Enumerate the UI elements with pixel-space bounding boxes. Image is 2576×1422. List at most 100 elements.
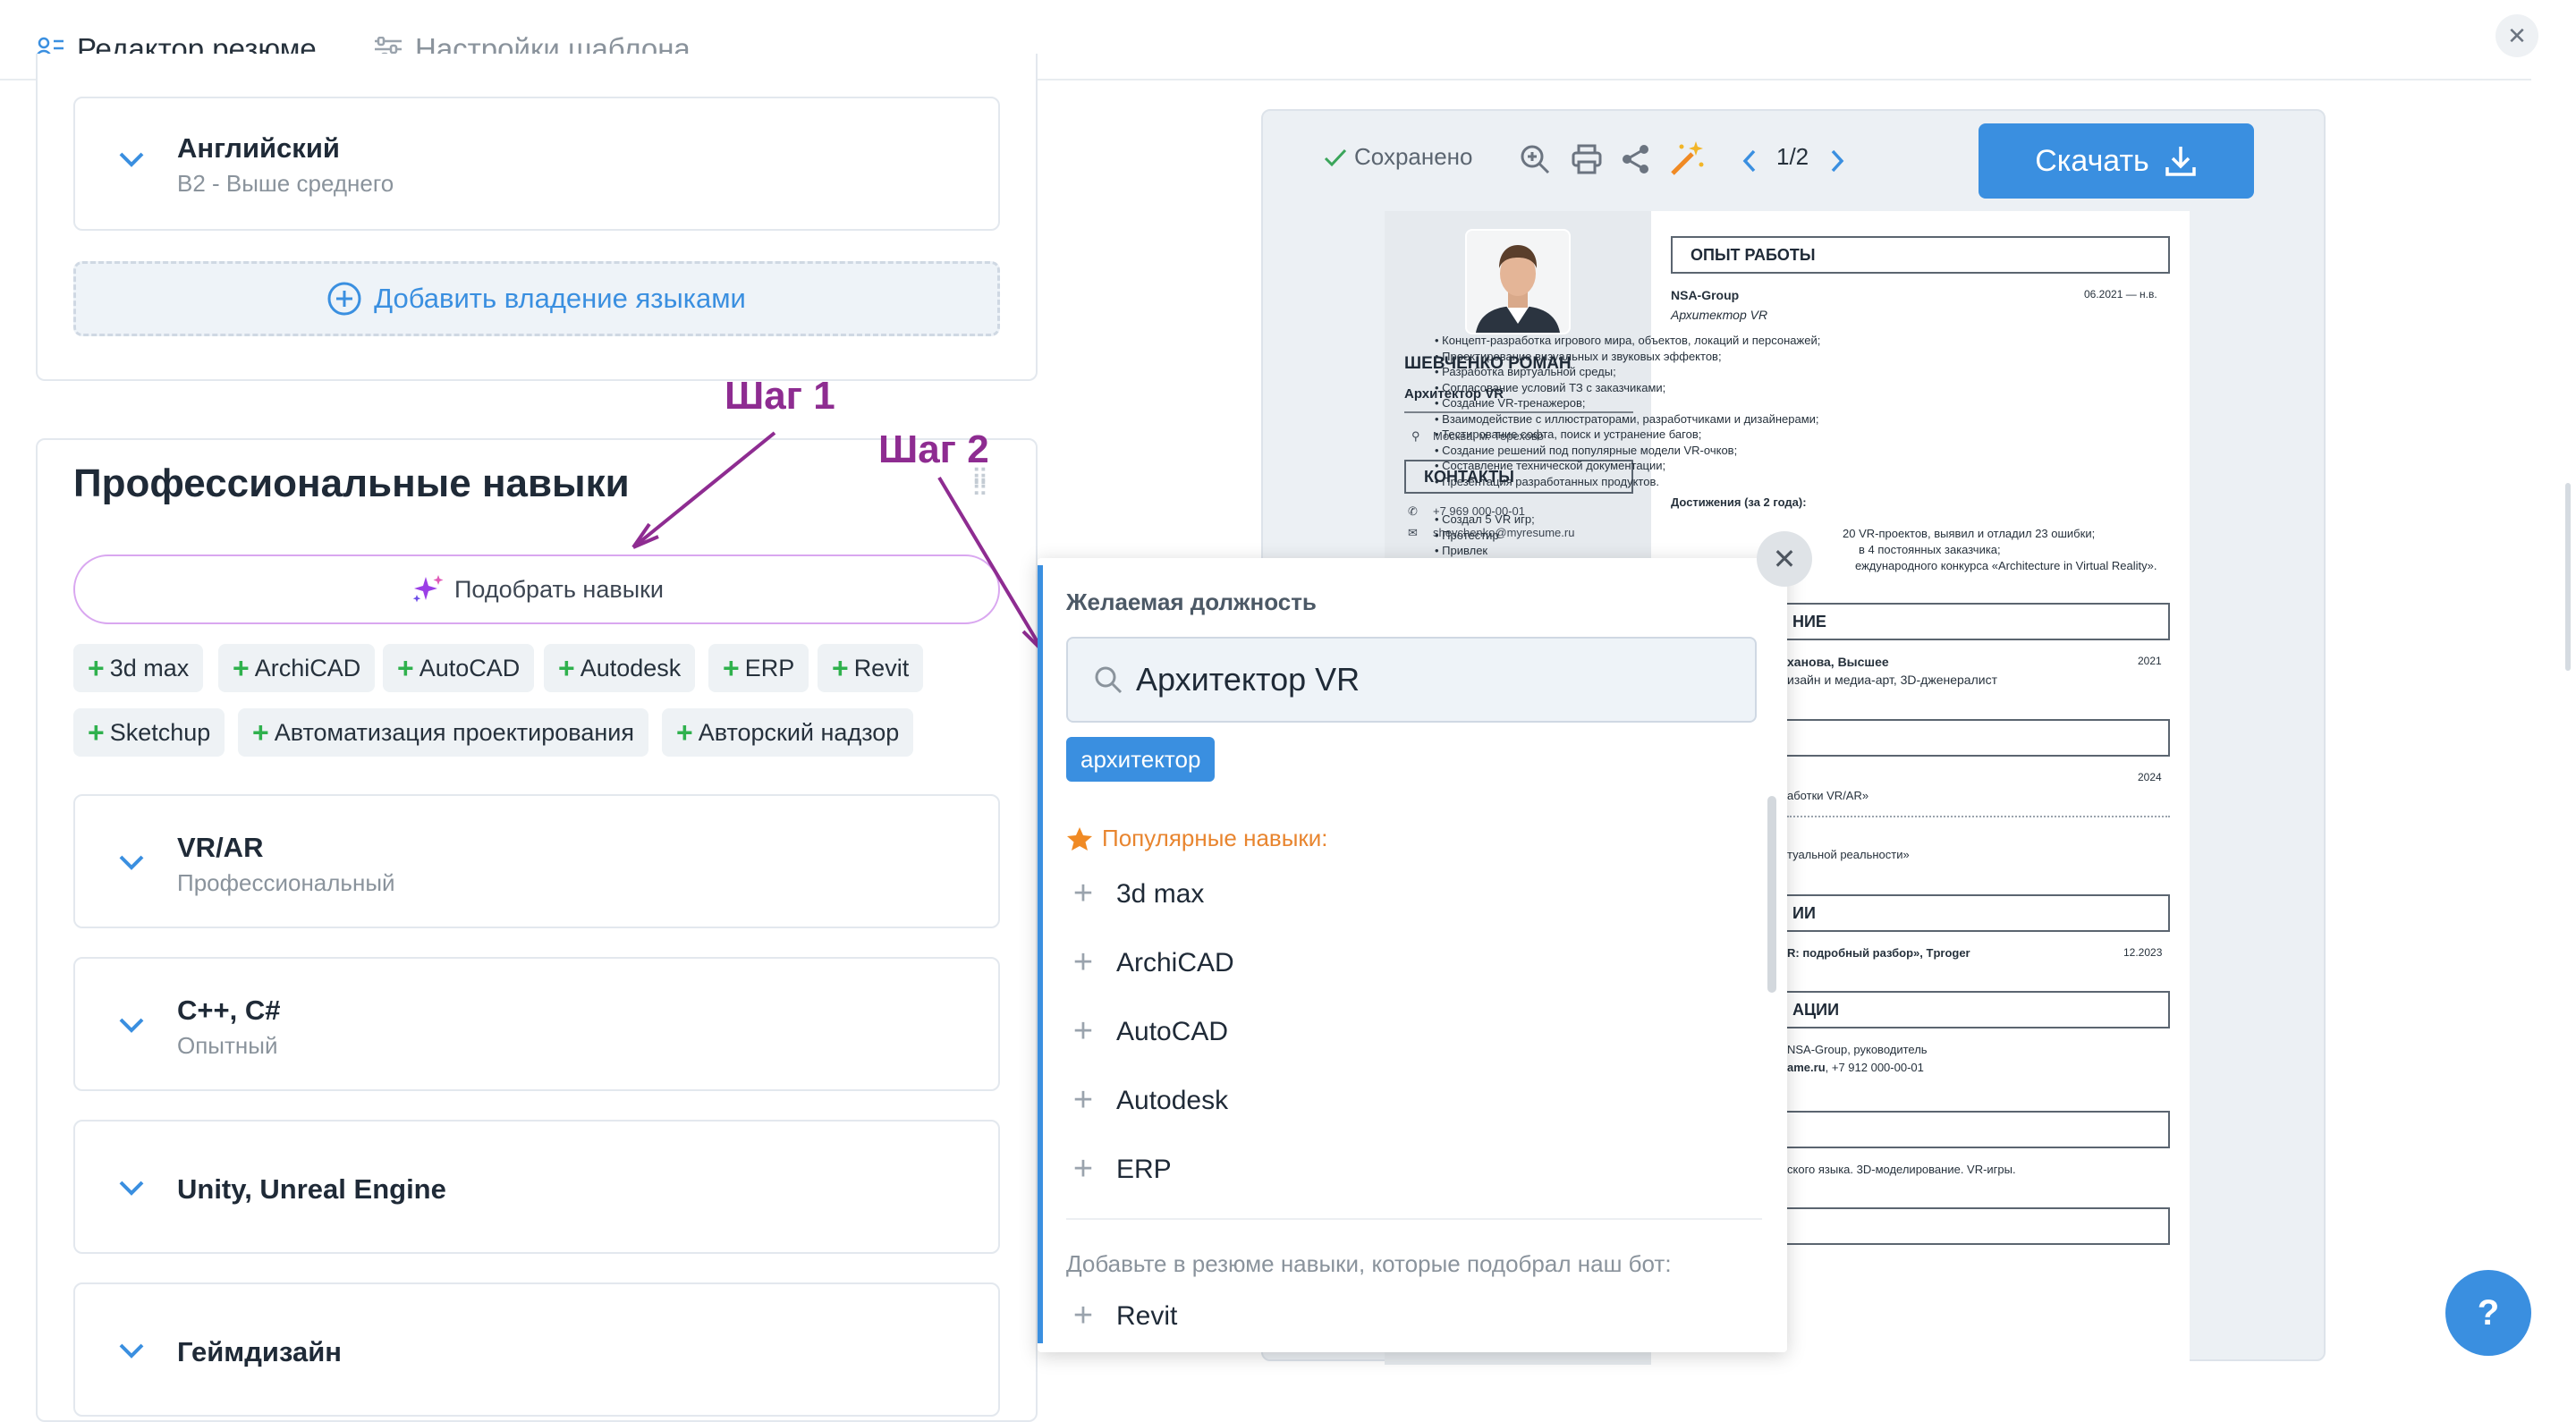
skill-card[interactable]: Unity, Unreal Engine [73,1120,1000,1254]
job-duties: • Концепт-разработка игрового мира, объе… [1435,333,1820,489]
edu-specialty: изайн и медиа-арт, 3D-дженералист [1787,673,1997,687]
achievement-fragment: в 4 постоянных заказчика; [1859,543,2001,556]
language-card-english[interactable]: Английский B2 - Выше среднего [73,97,1000,231]
experience-heading: ОПЫТ РАБОТЫ [1671,236,2170,274]
popular-skill-label: ArchiCAD [1116,947,1234,978]
skill-chip[interactable]: + Sketchup [73,708,225,757]
skill-chip[interactable]: + Revit [818,644,924,692]
chevron-down-icon[interactable] [118,853,145,871]
popular-skill-item[interactable]: + Autodesk [1070,1081,1228,1120]
duty-item: • Взаимодействие с иллюстраторами, разра… [1435,411,1819,426]
popular-skill-label: 3d max [1116,878,1205,909]
skill-chip[interactable]: +3d max [73,644,204,692]
skill-chip[interactable]: + Авторский надзор [662,708,914,757]
achievement-item: • Привлек [1435,544,1488,557]
plus-icon: + [1072,1297,1094,1334]
popular-skill-item[interactable]: + ERP [1070,1150,1172,1189]
recommendation-contact: ame.ru, +7 912 000-00-01 [1787,1061,1924,1074]
skill-chip-label: Автоматизация проектирования [274,718,634,746]
popular-skill-item[interactable]: + ArchiCAD [1070,944,1234,982]
job-role: Архитектор VR [1671,308,1768,322]
duty-item: • Презентация разработанных продуктов. [1435,474,1659,488]
skill-level: Опытный [177,1032,278,1059]
chevron-right-icon[interactable] [1828,148,1846,174]
skill-card[interactable]: C++, C# Опытный [73,957,1000,1091]
skill-chip-label: ArchiCAD [254,654,361,681]
popup-divider [1066,1218,1762,1220]
popular-skill-item[interactable]: +3d max [1070,875,1205,913]
phone-icon: ✆ [1408,504,1418,518]
publication-text: R: подробный разбор», Tproger [1787,946,1970,960]
saved-status: Сохранено [1324,143,1473,171]
skill-chip[interactable]: + Autodesk [544,644,696,692]
publication-date: 12.2023 [2123,946,2163,959]
skill-chip[interactable]: + ERP [708,644,809,692]
skill-card[interactable]: VR/AR Профессиональный [73,794,1000,928]
job-period: 06.2021 — н.в. [2084,288,2157,300]
close-editor-button[interactable]: ✕ [2496,14,2538,57]
add-language-button[interactable]: Добавить владение языками [73,261,1000,336]
duty-item: • Проектирование визуальных и звуковых э… [1435,349,1722,363]
achievement-item: • Создал 5 VR игр; [1435,512,1535,526]
skill-chip-label: Revit [853,654,910,681]
zoom-in-icon[interactable] [1519,143,1551,175]
skills-section-title: Профессиональные навыки [73,461,630,505]
duty-item: • Создание VR-тренажеров; [1435,396,1586,410]
courses-heading-box [1778,719,2170,757]
chevron-left-icon[interactable] [1741,148,1758,174]
popular-skill-label: Autodesk [1116,1085,1229,1115]
popup-close-button[interactable]: ✕ [1757,531,1812,587]
skill-chip-label: Sketchup [109,718,211,746]
plus-icon: + [1072,875,1094,912]
magic-wand-icon[interactable] [1669,140,1707,177]
pick-skills-button[interactable]: Подобрать навыки [73,554,1000,624]
edu-university: ханова, Высшее [1787,655,1889,669]
skill-chip[interactable]: + Автоматизация проектирования [238,708,648,757]
download-button[interactable]: Скачать [1979,123,2254,199]
avatar-image [1467,231,1569,333]
popup-accent-bar [1038,565,1043,1343]
page-scrollbar[interactable] [2565,483,2571,671]
drag-handle-icon[interactable]: ⠿ ⠿ [971,466,988,500]
duty-item: • Разработка виртуальной среды; [1435,365,1616,378]
popup-scrollbar[interactable] [1767,796,1776,993]
course-name-2: туальной реальности» [1787,848,1910,861]
education-heading: НИЕ [1778,603,2170,640]
help-button[interactable]: ? [2445,1270,2531,1356]
chevron-down-icon[interactable] [118,1342,145,1359]
language-level: B2 - Выше среднего [177,170,394,197]
popular-skill-item[interactable]: + AutoCAD [1070,1012,1228,1051]
check-icon [1324,148,1347,166]
plus-icon: + [1072,1012,1094,1050]
duty-item: • Концепт-разработка игрового мира, объе… [1435,334,1821,347]
bot-skill-item[interactable]: + Revit [1070,1297,1177,1335]
share-icon[interactable] [1621,143,1651,175]
help-icon: ? [2477,1292,2500,1333]
plus-circle-icon [327,282,361,316]
skill-card[interactable]: Геймдизайн [73,1282,1000,1417]
bot-skill-label: Revit [1116,1300,1178,1331]
chevron-down-icon[interactable] [118,150,145,168]
desired-position-input[interactable]: Архитектор VR [1066,637,1757,723]
download-icon [2165,147,2196,176]
page-indicator: 1/2 [1776,143,1809,170]
edu-year: 2021 [2138,655,2162,667]
plus-icon: + [1072,1081,1094,1119]
chevron-down-icon[interactable] [118,1179,145,1197]
print-icon[interactable] [1571,143,1603,175]
add-language-label: Добавить владение языками [374,283,746,314]
step1-annotation: Шаг 1 [724,374,835,418]
skill-chip[interactable]: + AutoCAD [383,644,535,692]
chevron-down-icon[interactable] [118,1016,145,1034]
desired-position-label: Желаемая должность [1066,588,1317,615]
course-year: 2024 [2138,771,2162,783]
skill-chip[interactable]: + ArchiCAD [218,644,376,692]
popular-skills-label: Популярные навыки: [1102,825,1328,851]
skill-chip-label: Авторский надзор [698,718,900,746]
achievements-list: • Создал 5 VR игр; • Протестир • Привлек [1435,512,1535,559]
position-suggestion-tag[interactable]: архитектор [1066,737,1216,782]
skill-title: C++, C# [177,995,281,1026]
close-icon: ✕ [2507,21,2527,49]
duty-item: • Согласование условий ТЗ с заказчиками; [1435,380,1666,394]
skill-title: Геймдизайн [177,1336,342,1367]
